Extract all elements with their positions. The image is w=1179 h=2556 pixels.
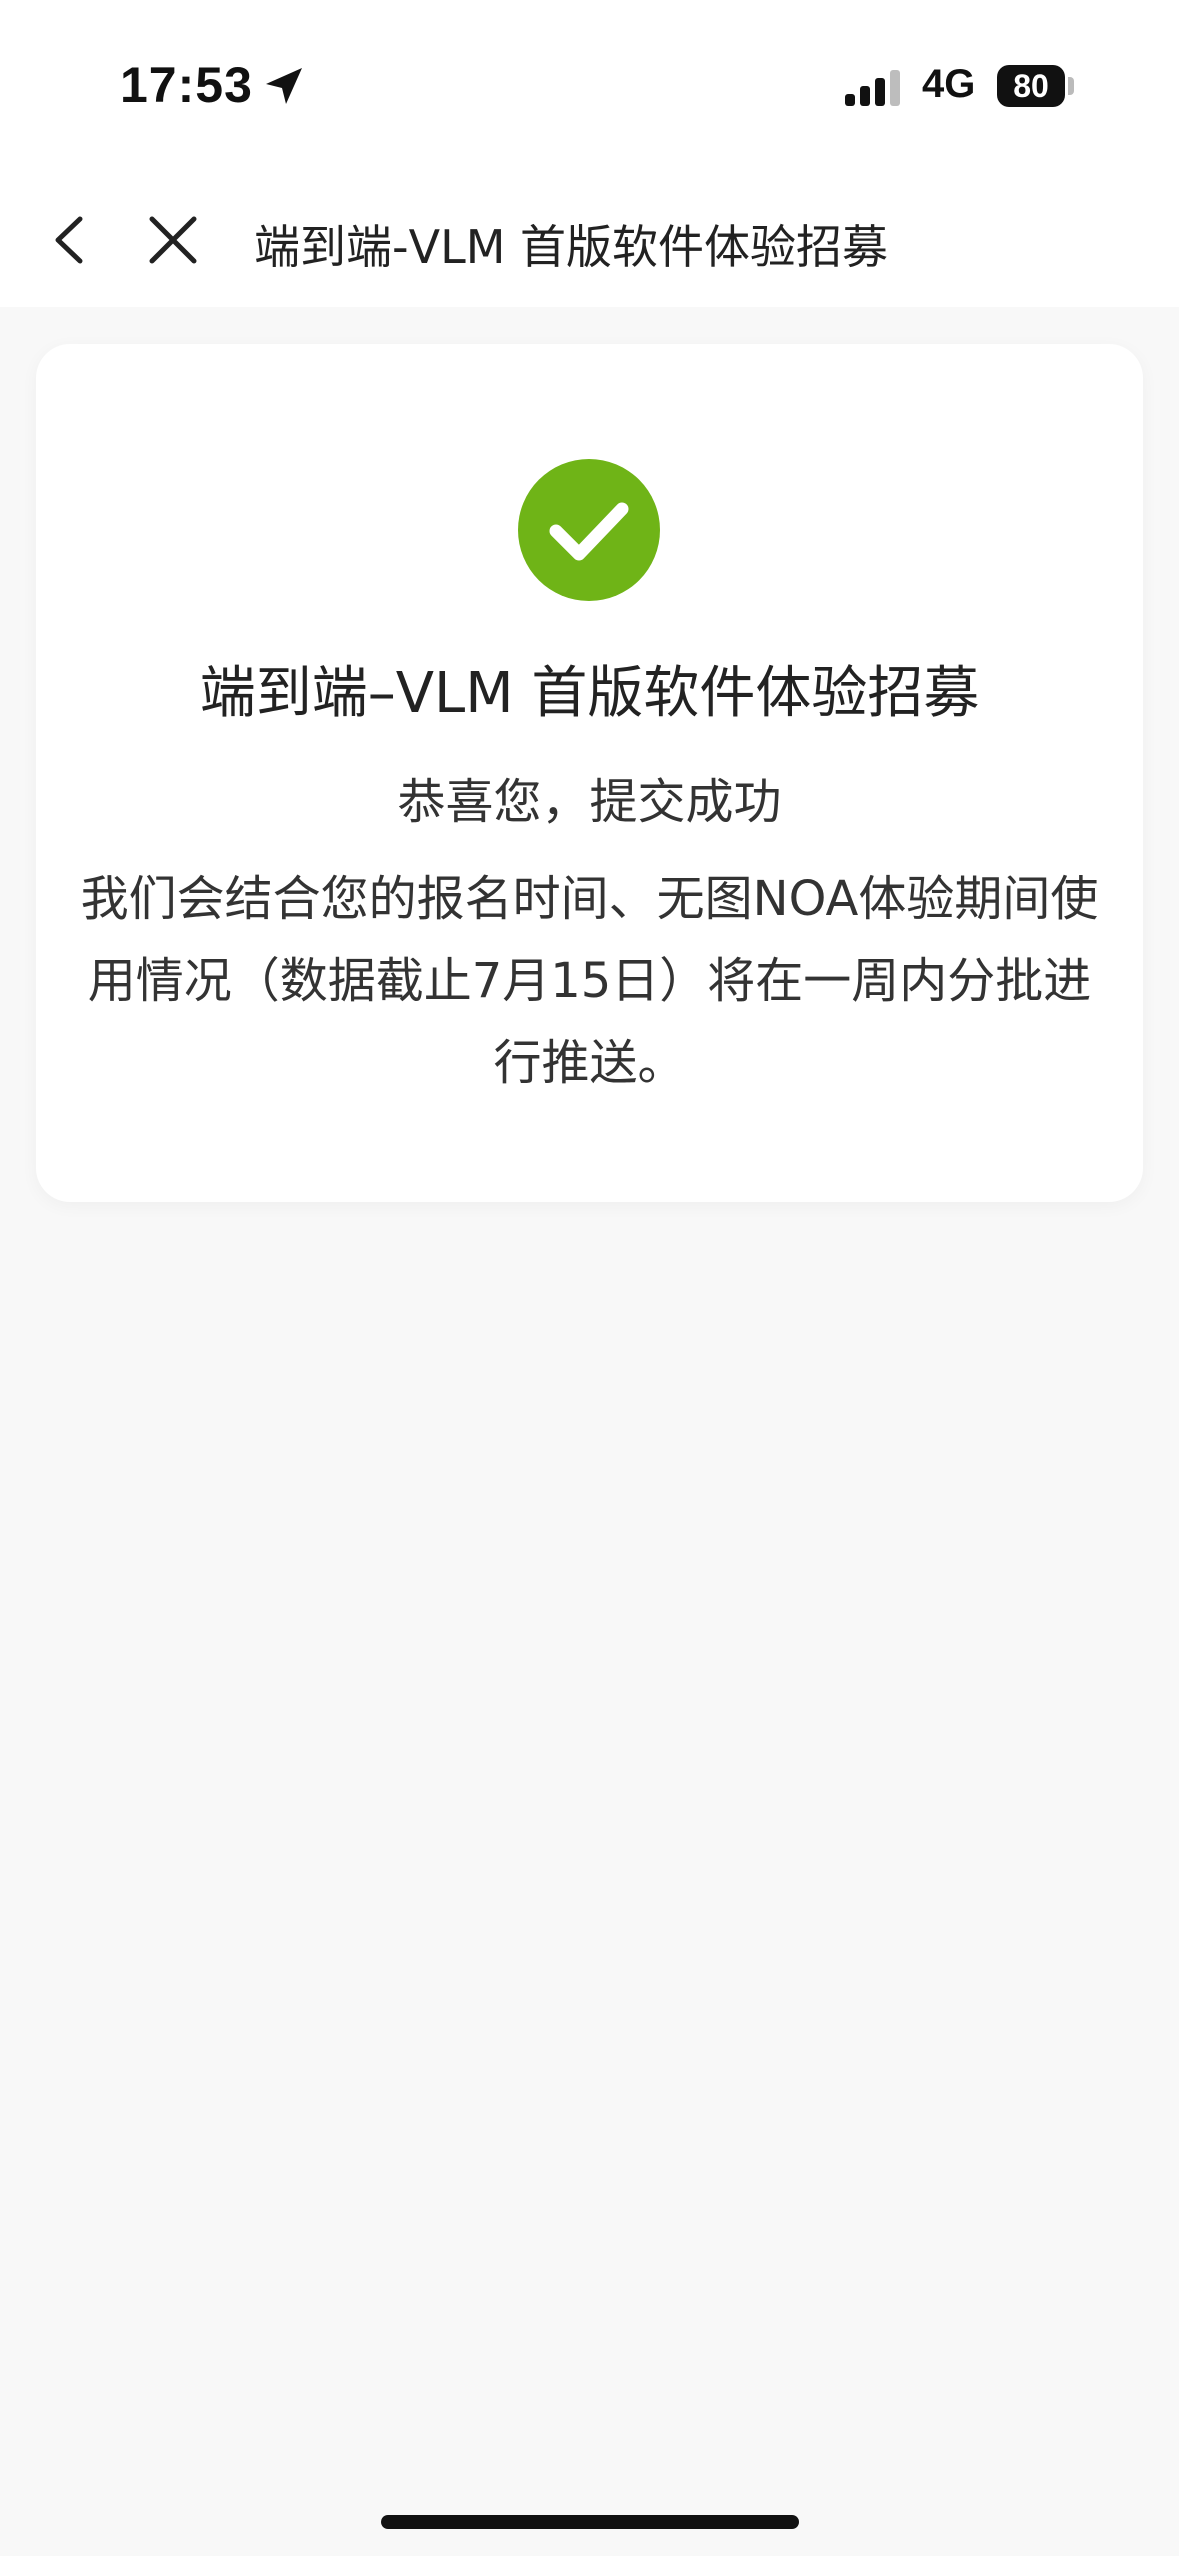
status-bar: 17:53 4G 80: [0, 0, 1179, 175]
success-message: 恭喜您，提交成功: [397, 774, 782, 830]
success-card: 端到端–VLM 首版软件体验招募 恭喜您，提交成功 我们会结合您的报名时间、无图…: [36, 344, 1143, 1202]
navigation-bar: 端到端-VLM 首版软件体验招募: [0, 175, 1179, 307]
network-type: 4G: [922, 62, 976, 106]
location-arrow-icon: [266, 68, 302, 104]
battery-indicator: 80: [997, 65, 1065, 107]
status-time: 17:53: [120, 57, 253, 113]
page-title: 端到端-VLM 首版软件体验招募: [254, 220, 889, 274]
battery-nub: [1068, 77, 1074, 95]
back-button[interactable]: [36, 205, 106, 275]
chevron-left-icon: [55, 216, 83, 264]
cellular-signal-icon: [845, 70, 900, 106]
close-button[interactable]: [138, 205, 208, 275]
home-indicator[interactable]: [381, 2515, 799, 2529]
close-icon: [149, 216, 197, 264]
check-circle-icon: [518, 459, 660, 601]
card-title: 端到端–VLM 首版软件体验招募: [199, 661, 980, 726]
card-description: 我们会结合您的报名时间、无图NOA体验期间使用情况（数据截止7月15日）将在一周…: [80, 871, 1099, 1091]
